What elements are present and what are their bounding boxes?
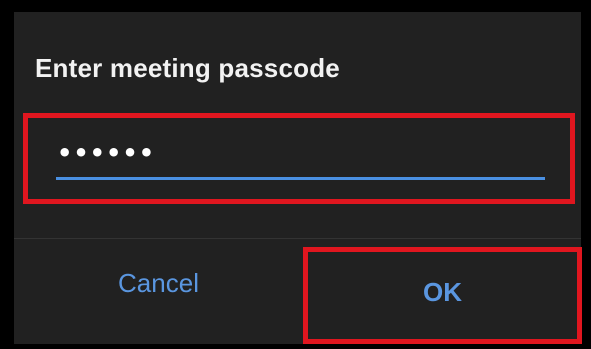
- dialog-title: Enter meeting passcode: [35, 53, 340, 83]
- passcode-dialog: Enter meeting passcode Cancel OK: [14, 12, 582, 344]
- ok-button-label: OK: [423, 277, 462, 307]
- screenshot-frame: Enter meeting passcode Cancel OK: [0, 0, 591, 349]
- cancel-button[interactable]: Cancel: [14, 239, 303, 344]
- cancel-button-label: Cancel: [118, 268, 199, 298]
- passcode-input[interactable]: [56, 138, 545, 180]
- ok-button[interactable]: OK: [303, 247, 582, 344]
